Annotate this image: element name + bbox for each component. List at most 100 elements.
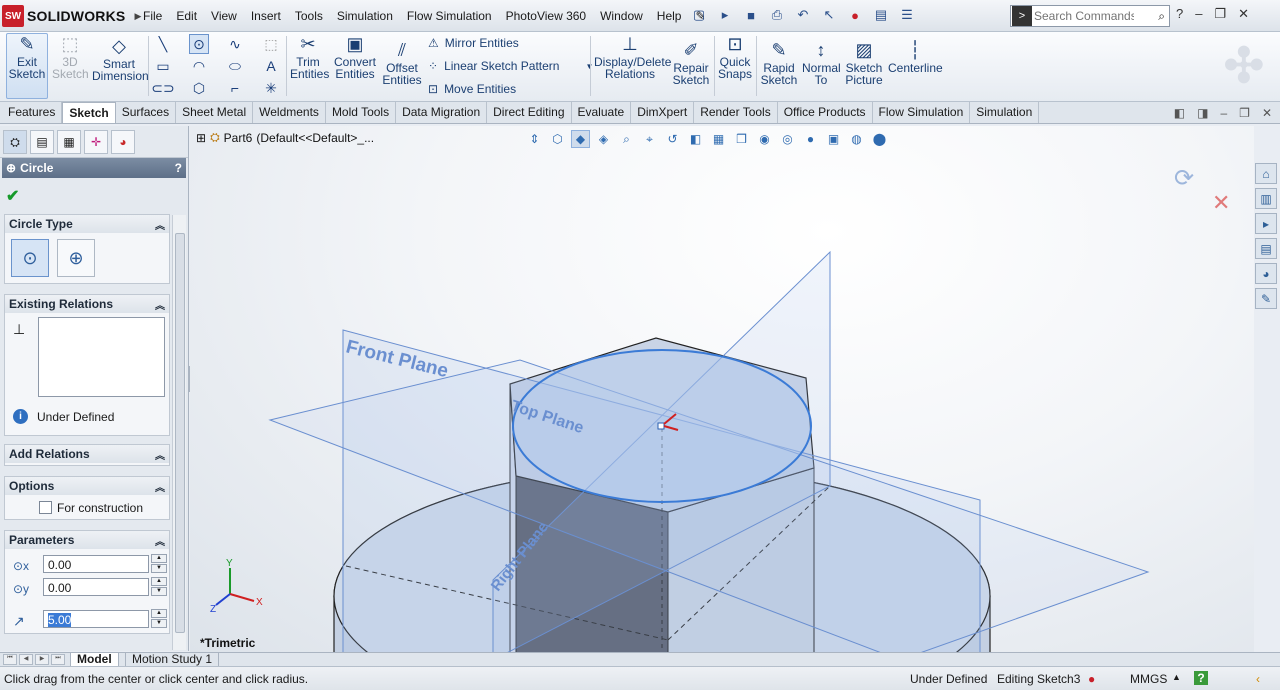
text-icon[interactable]: A bbox=[261, 56, 281, 76]
spin-down-icon[interactable]: ▼ bbox=[151, 564, 167, 573]
polygon-icon[interactable]: ⬡ bbox=[189, 78, 209, 98]
center-y-stepper[interactable]: ▲ ▼ bbox=[151, 577, 167, 597]
sketch-fillet-icon[interactable]: ⬚ bbox=[261, 34, 281, 54]
convert-entities-button[interactable]: ▣ Convert Entities bbox=[333, 34, 377, 80]
help-icon[interactable]: ? bbox=[1176, 6, 1183, 22]
undo-icon[interactable]: ↶ bbox=[792, 5, 814, 25]
notification-icon[interactable]: ‹ bbox=[1256, 672, 1260, 686]
tab-model[interactable]: Model bbox=[70, 653, 119, 667]
select-arrow-icon[interactable]: ↖ bbox=[818, 5, 840, 25]
feature-tree-tab-icon[interactable]: ⛭ bbox=[3, 130, 27, 154]
minimize-icon[interactable]: – bbox=[1195, 6, 1202, 22]
spin-down-icon[interactable]: ▼ bbox=[151, 619, 167, 628]
section-icon[interactable]: ◧ bbox=[686, 130, 705, 148]
spin-down-icon[interactable]: ▼ bbox=[151, 587, 167, 596]
collapse-icon[interactable]: ︽ bbox=[155, 217, 165, 232]
expand-icon[interactable]: ⊞ bbox=[196, 131, 206, 145]
tab-direct-editing[interactable]: Direct Editing bbox=[487, 102, 572, 123]
section-view-icon[interactable]: ◈ bbox=[594, 130, 613, 148]
search-icon[interactable]: ⌕ bbox=[1158, 9, 1165, 24]
rebuild-icon[interactable]: ● bbox=[844, 5, 866, 25]
scene-icon[interactable]: ▣ bbox=[824, 130, 843, 148]
construction-checkbox[interactable] bbox=[39, 501, 52, 514]
spin-up-icon[interactable]: ▲ bbox=[151, 554, 167, 563]
menu-help[interactable]: Help bbox=[650, 9, 689, 23]
view-palette-icon[interactable]: ▤ bbox=[1255, 238, 1277, 259]
app-logo[interactable]: SW SOLIDWORKS ▶ bbox=[2, 4, 141, 28]
tab-mold-tools[interactable]: Mold Tools bbox=[326, 102, 397, 123]
rendering-icon[interactable]: ⬤ bbox=[870, 130, 889, 148]
exit-sketch-button[interactable]: ✎ Exit Sketch bbox=[6, 33, 48, 99]
tab-sketch[interactable]: Sketch bbox=[62, 102, 116, 123]
menu-photoview[interactable]: PhotoView 360 bbox=[499, 9, 594, 23]
existing-relations-header[interactable]: Existing Relations ︽ bbox=[5, 295, 169, 313]
menu-tools[interactable]: Tools bbox=[288, 9, 330, 23]
tab-evaluate[interactable]: Evaluate bbox=[572, 102, 632, 123]
line-icon[interactable]: ╲ bbox=[153, 34, 173, 54]
centerline-button[interactable]: ┆ Centerline bbox=[888, 40, 943, 74]
appearances-icon[interactable]: ◕ bbox=[1255, 263, 1277, 284]
offset-entities-button[interactable]: ⫽ Offset Entities bbox=[382, 40, 422, 86]
menu-view[interactable]: View bbox=[204, 9, 244, 23]
save-icon[interactable]: ■ bbox=[740, 5, 762, 25]
open-folder-icon[interactable]: ▸ bbox=[714, 5, 736, 25]
slot-icon[interactable]: ⊂⊃ bbox=[151, 78, 174, 98]
collapse-icon[interactable]: ︽ bbox=[155, 447, 165, 462]
edit-appearance-icon[interactable]: ● bbox=[801, 130, 820, 148]
previous-view-icon[interactable]: ↺ bbox=[663, 130, 682, 148]
tab-render-tools[interactable]: Render Tools bbox=[694, 102, 778, 123]
first-tab-icon[interactable]: ⏮ bbox=[3, 654, 17, 665]
new-document-icon[interactable]: ▢ bbox=[688, 5, 710, 25]
menu-window[interactable]: Window bbox=[593, 9, 650, 23]
display-delete-relations-button[interactable]: ⊥ Display/Delete Relations bbox=[594, 34, 671, 80]
parameters-header[interactable]: Parameters ︽ bbox=[5, 531, 169, 549]
circle-tool-icon[interactable]: ⊙ bbox=[189, 34, 209, 54]
zoom-fit-icon[interactable]: ⌕ bbox=[617, 130, 636, 148]
custom-properties-icon[interactable]: ✎ bbox=[1255, 288, 1277, 309]
design-library-icon[interactable]: ▥ bbox=[1255, 188, 1277, 209]
file-properties-icon[interactable]: ▤ bbox=[870, 5, 892, 25]
arc-icon[interactable]: ◠ bbox=[189, 56, 209, 76]
restore-icon[interactable]: ❐ bbox=[1214, 6, 1226, 22]
scrollbar-thumb[interactable] bbox=[175, 233, 185, 633]
tile-left-icon[interactable]: ◧ bbox=[1174, 106, 1185, 120]
shaded-icon[interactable]: ◆ bbox=[571, 130, 590, 148]
circle-type-header[interactable]: Circle Type ︽ bbox=[5, 215, 169, 233]
prev-tab-icon[interactable]: ◀ bbox=[19, 654, 33, 665]
help-quick-tip-icon[interactable]: ? bbox=[1194, 671, 1208, 685]
search-input[interactable] bbox=[1034, 9, 1134, 23]
doc-close-icon[interactable]: ✕ bbox=[1262, 106, 1272, 120]
spline-icon[interactable]: ∿ bbox=[225, 34, 245, 54]
radius-field[interactable]: 5.00 bbox=[43, 610, 149, 628]
tab-dimxpert[interactable]: DimXpert bbox=[631, 102, 695, 123]
view-iso-icon[interactable]: ⬡ bbox=[548, 130, 567, 148]
zoom-area-icon[interactable]: ⌖ bbox=[640, 130, 659, 148]
units-chevron-up-icon[interactable]: ▲ bbox=[1172, 672, 1181, 682]
doc-restore-icon[interactable]: ❐ bbox=[1239, 106, 1250, 120]
graphics-area[interactable]: Front Plane Top Plane Right Plane Y X Z … bbox=[190, 126, 1254, 652]
center-x-field[interactable]: 0.00 bbox=[43, 555, 149, 573]
next-tab-icon[interactable]: ▶ bbox=[35, 654, 49, 665]
tab-office-products[interactable]: Office Products bbox=[778, 102, 873, 123]
fillet-icon[interactable]: ⌐ bbox=[225, 78, 245, 98]
last-tab-icon[interactable]: ⏭ bbox=[51, 654, 65, 665]
display-manager-tab-icon[interactable]: ◕ bbox=[111, 130, 135, 154]
normal-to-button[interactable]: ↕ Normal To bbox=[802, 40, 841, 86]
ok-checkmark-icon[interactable]: ✔ bbox=[6, 186, 19, 206]
quick-snaps-button[interactable]: ⊡ Quick Snaps bbox=[718, 34, 752, 80]
search-commands-box[interactable]: > ⌕ bbox=[1010, 5, 1170, 27]
mirror-entities-button[interactable]: ⚠ Mirror Entities bbox=[428, 36, 519, 50]
relations-list[interactable] bbox=[38, 317, 165, 397]
view-normal-icon[interactable]: ⇕ bbox=[525, 130, 544, 148]
3d-sketch-button[interactable]: ⬚ 3D Sketch bbox=[52, 34, 89, 80]
menu-simulation[interactable]: Simulation bbox=[330, 9, 400, 23]
linear-pattern-button[interactable]: ⁘Linear Sketch Pattern▼ bbox=[428, 59, 593, 73]
home-icon[interactable]: ⌂ bbox=[1255, 163, 1277, 184]
rebuild-status-icon[interactable]: ● bbox=[1088, 672, 1095, 686]
dimxpert-tab-icon[interactable]: ✛ bbox=[84, 130, 108, 154]
sketch-picture-button[interactable]: ▨ Sketch Picture bbox=[844, 40, 884, 86]
spin-up-icon[interactable]: ▲ bbox=[151, 609, 167, 618]
smart-dimension-button[interactable]: ◇ Smart Dimension bbox=[92, 36, 149, 82]
rectangle-icon[interactable]: ▭ bbox=[153, 56, 173, 76]
tab-simulation[interactable]: Simulation bbox=[970, 102, 1040, 123]
